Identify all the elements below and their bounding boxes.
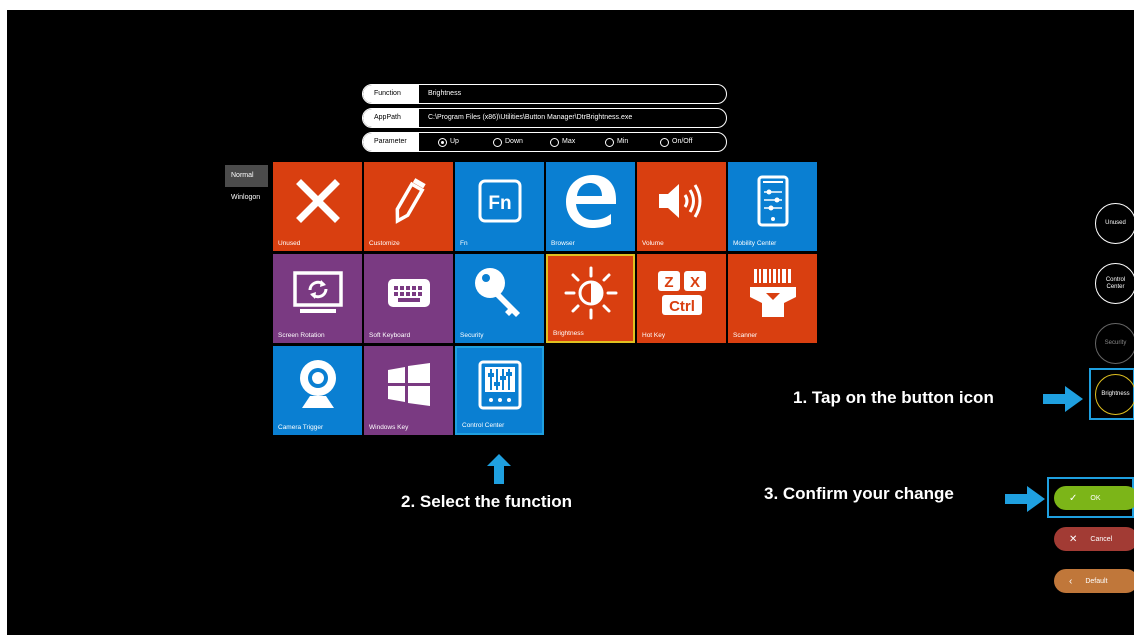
radio-up-label: Up [450, 138, 459, 145]
tile-label: Hot Key [642, 332, 666, 339]
tile-label: Screen Rotation [278, 332, 325, 339]
radio-onoff[interactable]: On/Off [660, 136, 693, 148]
hotkey-ctrl-text: Ctrl [669, 298, 695, 315]
chevron-left-icon: ‹ [1069, 575, 1073, 587]
hotkey-x-text: X [689, 274, 699, 291]
radio-max-label: Max [562, 138, 576, 145]
radio-down[interactable]: Down [493, 136, 523, 148]
tile-label: Volume [642, 240, 664, 247]
tile-security[interactable]: Security [455, 254, 544, 343]
tile-label: Unused [278, 240, 301, 247]
function-value: Brightness [428, 90, 462, 97]
apppath-value: C:\Program Files (x86)\Utilities\Button … [428, 114, 633, 121]
tile-label: Fn [460, 240, 468, 247]
cancel-label: Cancel [1090, 535, 1113, 543]
step3-annotation: 3. Confirm your change [764, 484, 954, 503]
tile-soft-keyboard[interactable]: Soft Keyboard [364, 254, 453, 343]
windows-icon [387, 363, 430, 407]
function-label: Function [363, 85, 419, 103]
arrow-up-icon [487, 454, 511, 484]
tile-label: Control Center [462, 422, 505, 429]
radio-min[interactable]: Min [605, 136, 628, 148]
parameter-label: Parameter [363, 133, 419, 151]
hw-button-control-center[interactable]: Control Center [1095, 263, 1134, 304]
close-icon: ✕ [1069, 533, 1078, 545]
radio-max[interactable]: Max [550, 136, 575, 148]
tile-label: Windows Key [369, 424, 409, 431]
default-button[interactable]: ‹ Default [1054, 569, 1134, 593]
radio-min-label: Min [617, 138, 629, 145]
radio-onoff-label: On/Off [672, 138, 693, 145]
tile-mobility-center[interactable]: Mobility Center [728, 162, 817, 251]
tile-control-center[interactable]: Control Center [455, 346, 544, 435]
pencil-icon [395, 178, 426, 225]
screen-rotation-icon [292, 271, 343, 314]
control-center-icon [478, 360, 521, 410]
tile-screen-rotation[interactable]: Screen Rotation [273, 254, 362, 343]
radio-empty-icon [605, 137, 614, 147]
tile-label: Brightness [553, 330, 584, 337]
tile-customize[interactable]: Customize [364, 162, 453, 251]
tile-label: Camera Trigger [278, 424, 324, 431]
fn-text: Fn [488, 193, 511, 214]
fn-icon: Fn [478, 179, 521, 223]
tile-scanner[interactable]: Scanner [728, 254, 817, 343]
speaker-icon [658, 184, 701, 219]
hotkey-z-text: Z [664, 274, 673, 291]
tile-unused[interactable]: Unused [273, 162, 362, 251]
tile-label: Mobility Center [733, 240, 777, 247]
close-x-icon [295, 179, 340, 224]
tile-hot-key[interactable]: Z X Ctrl Hot Key [637, 254, 726, 343]
side-menu-winlogon[interactable]: Winlogon [225, 187, 268, 209]
parameter-field: Parameter Up Down Max Min On/Off [362, 132, 727, 152]
brightness-icon [564, 266, 617, 320]
radio-selected-icon [438, 137, 447, 147]
scanner-icon [749, 269, 796, 318]
tile-camera-trigger[interactable]: Camera Trigger [273, 346, 362, 435]
tile-label: Browser [551, 240, 575, 247]
hw-button-brightness[interactable]: Brightness [1095, 374, 1134, 415]
cancel-button[interactable]: ✕ Cancel [1054, 527, 1134, 551]
tile-label: Scanner [733, 332, 758, 339]
arrow-right-icon [1043, 386, 1083, 412]
ok-button[interactable]: ✓ OK [1054, 486, 1134, 510]
hotkey-icon: Z X Ctrl [657, 271, 706, 316]
side-menu-normal[interactable]: Normal [225, 165, 268, 187]
radio-empty-icon [550, 137, 559, 147]
apppath-label: AppPath [363, 109, 419, 127]
radio-empty-icon [660, 137, 669, 147]
function-field[interactable]: Function Brightness [362, 84, 727, 104]
tile-browser[interactable]: Browser [546, 162, 635, 251]
edge-icon [565, 175, 616, 229]
tile-fn[interactable]: Fn Fn [455, 162, 544, 251]
tile-windows-key[interactable]: Windows Key [364, 346, 453, 435]
arrow-right-icon [1005, 486, 1045, 512]
radio-down-label: Down [505, 138, 523, 145]
tile-brightness[interactable]: Brightness [546, 254, 635, 343]
tile-label: Soft Keyboard [369, 332, 411, 339]
apppath-field[interactable]: AppPath C:\Program Files (x86)\Utilities… [362, 108, 727, 128]
webcam-icon [299, 360, 336, 409]
default-label: Default [1085, 577, 1108, 585]
tile-label: Customize [369, 240, 400, 247]
checkmark-icon: ✓ [1069, 492, 1078, 504]
hw-button-security[interactable]: Security [1095, 323, 1134, 364]
ok-label: OK [1090, 494, 1101, 502]
key-icon [474, 268, 520, 318]
tile-volume[interactable]: Volume [637, 162, 726, 251]
mobility-center-icon [757, 175, 788, 227]
button-manager-screen: Function Brightness AppPath C:\Program F… [7, 10, 1134, 635]
radio-up[interactable]: Up [438, 136, 459, 148]
tile-label: Security [460, 332, 484, 339]
hw-button-unused[interactable]: Unused [1095, 203, 1134, 244]
keyboard-icon [387, 279, 430, 308]
step2-annotation: 2. Select the function [401, 492, 572, 511]
step1-annotation: 1. Tap on the button icon [793, 388, 994, 407]
radio-empty-icon [493, 137, 502, 147]
